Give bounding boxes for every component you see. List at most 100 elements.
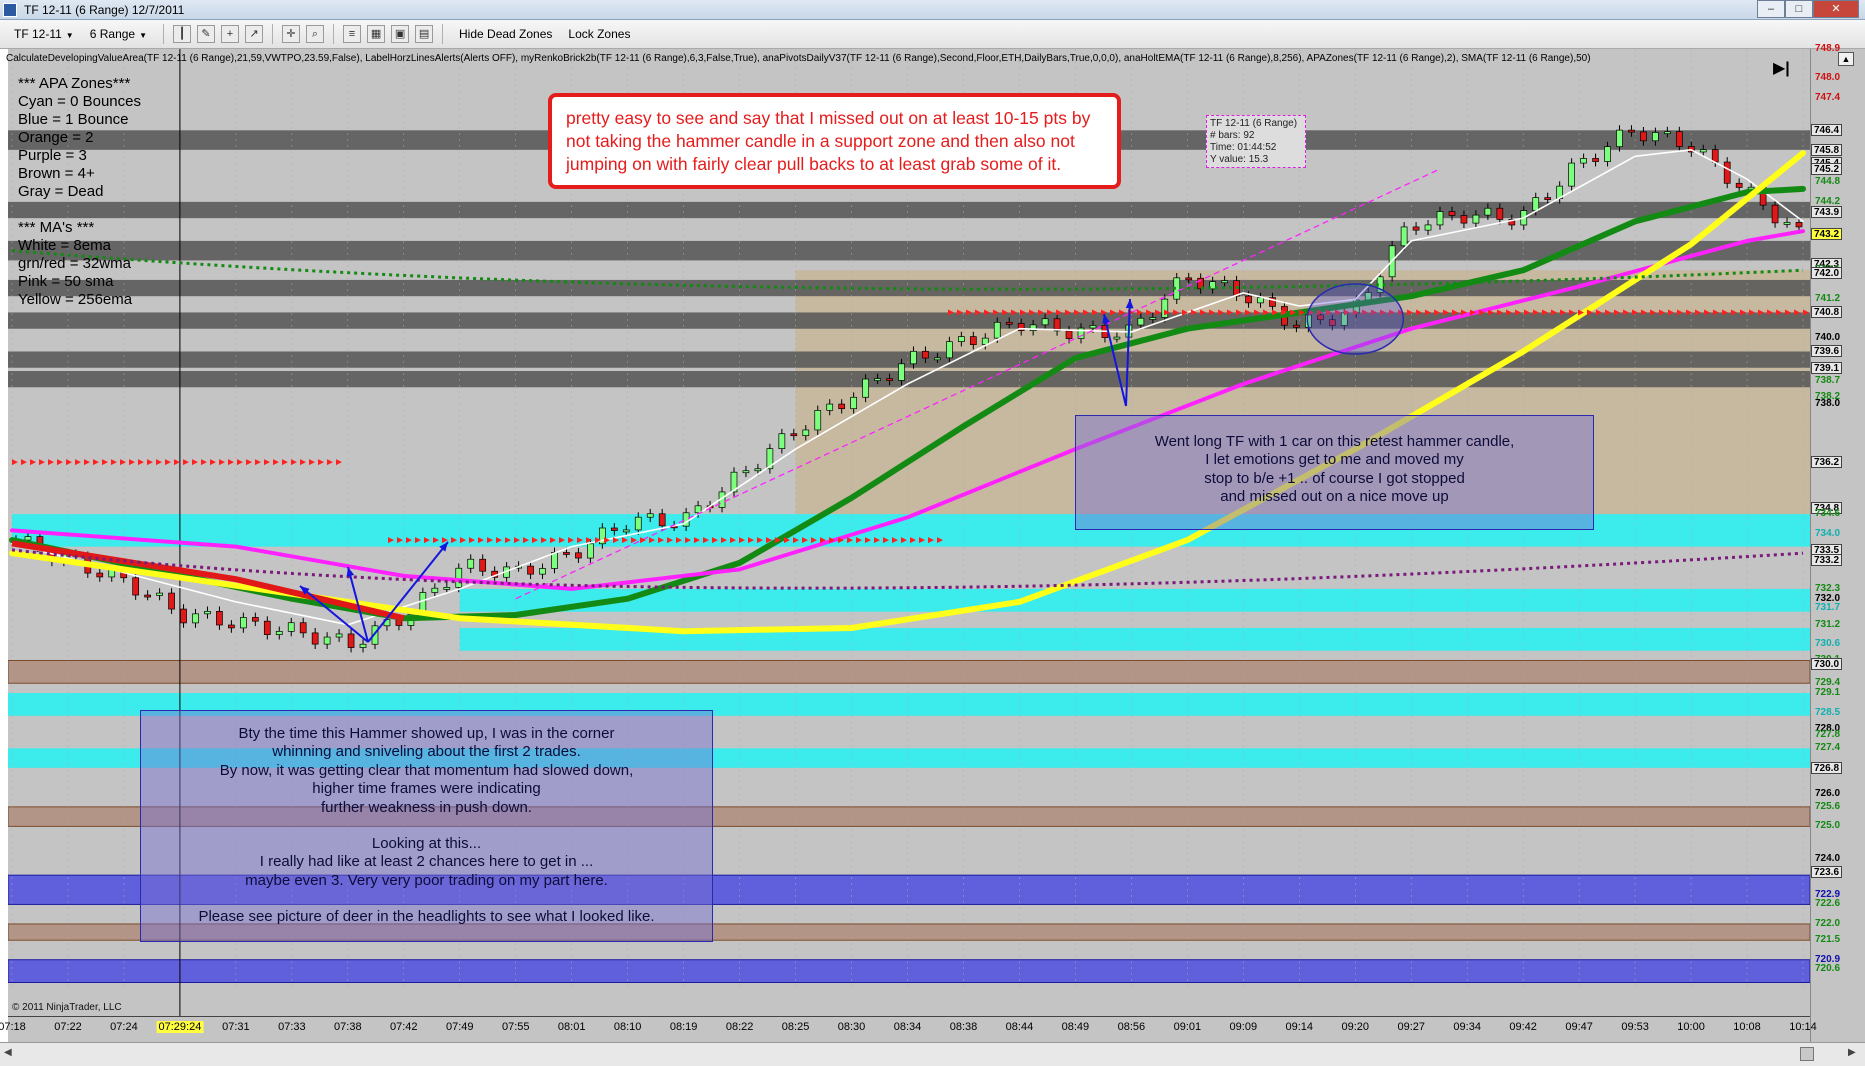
scroll-right-icon[interactable]: ▶ — [1848, 1047, 1856, 1058]
candle-body — [790, 433, 798, 437]
red-triangle-marker — [39, 459, 45, 466]
legend-line: Blue = 1 Bounce — [18, 111, 129, 128]
price-label: 733.2 — [1811, 553, 1843, 566]
instrument-selector[interactable]: TF 12-11 ▼ — [8, 25, 80, 43]
candle-body — [1484, 207, 1492, 216]
candle-body — [1257, 297, 1264, 304]
candle-body — [180, 608, 187, 624]
candle-body — [874, 378, 881, 381]
red-triangle-marker — [21, 459, 27, 466]
candle-body — [359, 643, 367, 648]
databox-line: Y value: 15.3 — [1210, 154, 1269, 165]
red-triangle-marker — [102, 459, 108, 466]
price-label: 725.6 — [1815, 800, 1841, 812]
snapshot-icon[interactable]: ▣ — [391, 25, 410, 43]
chart-maximize-icon[interactable]: ▲ — [1838, 52, 1854, 66]
candle-body — [1544, 197, 1552, 200]
red-triangle-marker — [309, 459, 315, 466]
hammer-highlight-ellipse — [1306, 283, 1404, 355]
legend-line: *** APA Zones*** — [18, 75, 131, 92]
chart-nav-icon[interactable]: ▶| — [1773, 58, 1790, 78]
hide-dead-zones-button[interactable]: Hide Dead Zones — [453, 25, 558, 43]
candle-body — [1400, 226, 1408, 247]
main-annotation: pretty easy to see and say that I missed… — [548, 93, 1121, 189]
legend-line: Pink = 50 sma — [18, 273, 114, 290]
time-label: 08:49 — [1061, 1021, 1090, 1033]
lock-zones-button[interactable]: Lock Zones — [562, 25, 636, 43]
zone-gray — [8, 240, 1810, 261]
candle-body — [1113, 336, 1121, 340]
candle-body — [1149, 317, 1157, 320]
candle-body — [431, 587, 439, 593]
window-titlebar: TF 12-11 (6 Range) 12/7/2011 ‒ □ ✕ — [0, 0, 1865, 20]
candle-body — [24, 536, 32, 541]
candle-body — [969, 336, 977, 345]
right-annotation: Went long TF with 1 car on this retest h… — [1075, 415, 1594, 530]
candle-body — [946, 341, 953, 359]
window-title: TF 12-11 (6 Range) 12/7/2011 — [24, 3, 185, 17]
left-note-line: Bty the time this Hammer showed up, I wa… — [238, 725, 615, 742]
scrollbar-thumb[interactable] — [1800, 1047, 1814, 1061]
candle-body — [467, 558, 475, 569]
time-label: 09:27 — [1397, 1021, 1425, 1033]
red-triangle-marker — [210, 459, 216, 466]
red-triangle-marker — [30, 459, 36, 466]
instrument-label: TF 12-11 — [14, 27, 62, 41]
scroll-left-icon[interactable]: ◀ — [4, 1047, 12, 1058]
time-label: 09:34 — [1453, 1021, 1481, 1033]
horizontal-scrollbar[interactable]: ◀ ▶ — [0, 1042, 1865, 1066]
candle-body — [1735, 182, 1743, 188]
red-triangle-marker — [300, 459, 306, 466]
price-label: 722.6 — [1815, 898, 1841, 910]
indicator-add-icon[interactable]: + — [221, 25, 240, 43]
time-label: 07:33 — [278, 1021, 306, 1033]
candle-body — [802, 429, 810, 436]
red-triangle-marker — [156, 459, 162, 466]
candle-body — [742, 470, 750, 474]
maximize-button[interactable]: □ — [1785, 0, 1813, 18]
legend-line: White = 8ema — [18, 237, 111, 254]
candle-body — [1185, 277, 1193, 281]
price-label: 722.0 — [1815, 917, 1841, 929]
zoom-icon[interactable]: ⌕ — [306, 25, 325, 43]
chevron-down-icon: ▼ — [65, 31, 74, 40]
left-note-line: By now, it was getting clear that moment… — [219, 761, 634, 779]
price-axis[interactable]: 748.9748.0747.4746.4745.8745.4745.2744.8… — [1810, 43, 1865, 1049]
red-triangle-marker — [48, 459, 54, 466]
legend-line: Purple = 3 — [18, 147, 87, 164]
toolbar-separator — [442, 24, 444, 44]
red-triangle-marker — [246, 459, 252, 466]
bar-style-icon[interactable]: ┃ — [173, 25, 192, 43]
price-label: 730.6 — [1815, 638, 1841, 650]
candle-body — [634, 516, 642, 531]
properties-icon[interactable]: ≡ — [343, 25, 362, 43]
main-note-line: pretty easy to see and say that I missed… — [566, 108, 1091, 128]
time-label: 07:49 — [445, 1021, 474, 1033]
red-triangle-marker — [120, 459, 126, 466]
zone-gray — [8, 371, 1810, 388]
template-icon[interactable]: ▤ — [415, 25, 434, 43]
right-note-line: stop to b/e +1 .. of course I got stoppe… — [1204, 469, 1465, 487]
data-box-icon[interactable]: ▦ — [367, 25, 386, 43]
crosshair-icon[interactable]: ✛ — [282, 25, 301, 43]
candle-body — [1245, 295, 1252, 304]
candle-body — [1221, 280, 1228, 284]
candle-body — [1568, 162, 1575, 187]
copyright-text: © 2011 NinjaTrader, LLC — [12, 1002, 122, 1013]
draw-pencil-icon[interactable]: ✎ — [197, 25, 216, 43]
price-label: 743.2 — [1811, 228, 1843, 241]
time-label: 08:56 — [1117, 1021, 1146, 1033]
time-label: 10:14 — [1789, 1021, 1817, 1033]
minimize-button[interactable]: ‒ — [1757, 0, 1785, 18]
candle-body — [479, 558, 487, 572]
price-label: 731.2 — [1815, 618, 1841, 630]
main-note-line: not taking the hammer candle in a suppor… — [566, 131, 1075, 151]
red-triangle-marker — [57, 459, 63, 466]
candle-body — [1699, 149, 1707, 153]
period-selector[interactable]: 6 Range ▼ — [84, 25, 153, 43]
strategy-icon[interactable]: ↗ — [245, 25, 264, 43]
zone-cyan — [459, 588, 1810, 612]
close-button[interactable]: ✕ — [1813, 0, 1859, 18]
time-axis[interactable]: 07:18 07:22 07:24 07:29:24 07:31 07:33 07:38 07… — [0, 1016, 1817, 1036]
red-triangle-marker — [111, 459, 117, 466]
